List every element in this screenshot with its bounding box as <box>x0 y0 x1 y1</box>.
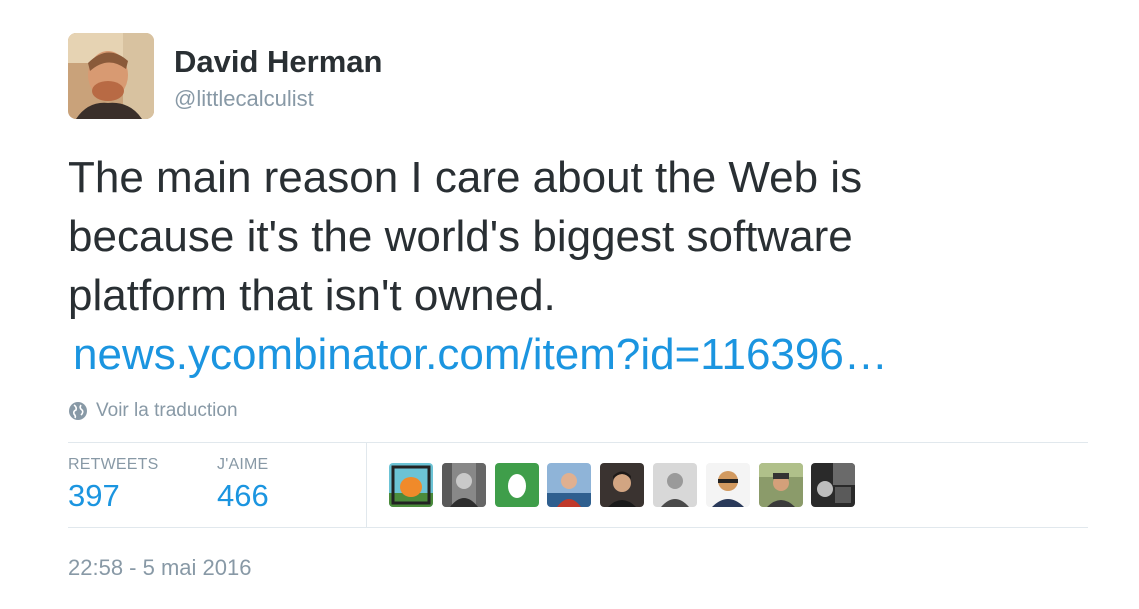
liker-avatar[interactable] <box>494 463 539 507</box>
tweet-text-line: The main reason I care about the Web is <box>68 153 863 202</box>
likes-count: 466 <box>217 478 269 513</box>
retweets-label: RETWEETS <box>68 456 159 473</box>
liker-avatar[interactable] <box>441 463 486 507</box>
tweet-timestamp[interactable]: 22:58 - 5 mai 2016 <box>68 555 251 581</box>
liker-avatar[interactable] <box>705 463 750 507</box>
likes-stat[interactable]: J'AIME 466 <box>217 456 269 514</box>
liker-avatar[interactable] <box>758 463 803 507</box>
likers-list <box>389 463 864 507</box>
tweet-text: The main reason I care about the Web is … <box>68 148 1068 384</box>
author-name[interactable]: David Herman <box>174 44 382 80</box>
liker-avatar[interactable] <box>811 463 856 507</box>
person-photo-icon <box>758 463 803 507</box>
translate-label: Voir la traduction <box>96 400 238 421</box>
drawing-avatar-icon <box>389 463 433 507</box>
author-handle[interactable]: @littlecalculist <box>174 86 314 112</box>
globe-icon <box>68 401 88 421</box>
tweet-text-line: platform that isn't owned. <box>68 271 556 320</box>
avatar-photo-icon <box>68 33 154 119</box>
liker-avatar[interactable] <box>547 463 592 507</box>
liker-avatar[interactable] <box>600 463 645 507</box>
person-photo-icon <box>600 463 645 507</box>
liker-avatar[interactable] <box>389 463 433 507</box>
person-photo-icon <box>652 463 697 507</box>
tweet-text-line: because it's the world's biggest softwar… <box>68 212 853 261</box>
retweets-stat[interactable]: RETWEETS 397 <box>68 456 159 514</box>
egg-avatar-icon <box>494 463 539 507</box>
stats-divider-bottom <box>68 527 1088 528</box>
stats-divider-vertical <box>366 442 367 527</box>
person-photo-icon <box>705 463 750 507</box>
person-photo-icon <box>811 463 856 507</box>
person-photo-icon <box>441 463 486 507</box>
translate-button[interactable]: Voir la traduction <box>68 400 238 422</box>
tweet-link[interactable]: news.ycombinator.com/item?id=116396… <box>73 325 1068 384</box>
author-avatar[interactable] <box>68 33 154 119</box>
person-photo-icon <box>547 463 592 507</box>
likes-label: J'AIME <box>217 456 269 473</box>
stats-divider-top <box>68 442 1088 443</box>
liker-avatar[interactable] <box>652 463 697 507</box>
retweets-count: 397 <box>68 478 120 513</box>
